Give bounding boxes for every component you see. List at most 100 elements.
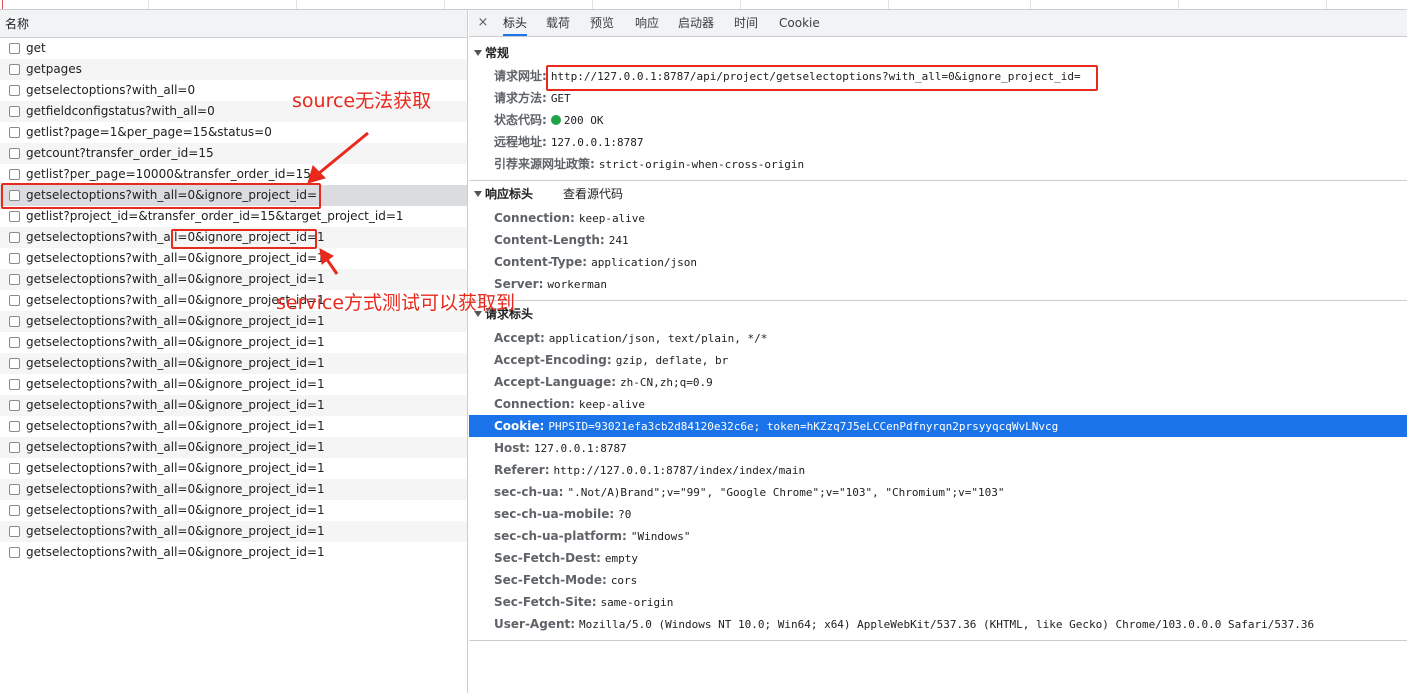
request-name: get (26, 41, 46, 55)
request-row[interactable]: getselectoptions?with_all=0&ignore_proje… (0, 332, 467, 353)
request-method-row[interactable]: 请求方法: GET (469, 87, 1407, 109)
header-row[interactable]: Host: 127.0.0.1:8787 (469, 437, 1407, 459)
header-row[interactable]: Referer: http://127.0.0.1:8787/index/inde… (469, 459, 1407, 481)
request-row[interactable]: getselectoptions?with_all=0&ignore_proje… (0, 269, 467, 290)
row-checkbox-icon (9, 169, 20, 180)
header-name: Accept-Encoding: (494, 353, 612, 367)
request-name: getselectoptions?with_all=0&ignore_proje… (26, 440, 325, 454)
header-row[interactable]: Sec-Fetch-Mode: cors (469, 569, 1407, 591)
header-row[interactable]: Sec-Fetch-Dest: empty (469, 547, 1407, 569)
request-row[interactable]: getpages (0, 59, 467, 80)
request-row[interactable]: getlist?per_page=10000&transfer_order_id… (0, 164, 467, 185)
tab-cookies[interactable]: Cookie (779, 10, 820, 36)
timeline-tick (1326, 0, 1327, 9)
request-url-row[interactable]: 请求网址: http://127.0.0.1:8787/api/project/g… (469, 65, 1407, 87)
view-source-link[interactable]: 查看源代码 (563, 183, 623, 205)
row-checkbox-icon (9, 421, 20, 432)
header-name: sec-ch-ua: (494, 485, 564, 499)
header-row[interactable]: Accept: application/json, text/plain, */* (469, 327, 1407, 349)
request-row[interactable]: getselectoptions?with_all=0&ignore_proje… (0, 479, 467, 500)
header-row[interactable]: Server: workerman (469, 273, 1407, 295)
header-value: PHPSID=93021efa3cb2d84120e32c6e; token=h… (548, 420, 1059, 433)
header-value: "Windows" (630, 530, 691, 543)
row-checkbox-icon (9, 43, 20, 54)
general-section-header[interactable]: 常规 (469, 42, 1407, 64)
header-name: User-Agent: (494, 617, 576, 631)
tab-preview[interactable]: 预览 (590, 10, 614, 36)
header-row[interactable]: Sec-Fetch-Site: same-origin (469, 591, 1407, 613)
header-row[interactable]: Connection: keep-alive (469, 393, 1407, 415)
header-row[interactable]: Accept-Language: zh-CN,zh;q=0.9 (469, 371, 1407, 393)
header-row[interactable]: Content-Length: 241 (469, 229, 1407, 251)
request-row[interactable]: getselectoptions?with_all=0&ignore_proje… (0, 500, 467, 521)
timeline-tick (592, 0, 593, 9)
request-row[interactable]: getselectoptions?with_all=0&ignore_proje… (0, 185, 467, 206)
tab-headers[interactable]: 标头 (503, 10, 528, 36)
status-code-label: 状态代码: (494, 113, 547, 127)
header-name: Sec-Fetch-Site: (494, 595, 597, 609)
header-row[interactable]: sec-ch-ua-platform: "Windows" (469, 525, 1407, 547)
request-row[interactable]: get (0, 38, 467, 59)
tab-initiator[interactable]: 启动器 (678, 10, 714, 36)
request-name: getcount?transfer_order_id=15 (26, 146, 214, 160)
request-method-label: 请求方法: (494, 91, 547, 105)
tab-timing[interactable]: 时间 (734, 10, 758, 36)
header-value: 127.0.0.1:8787 (533, 442, 627, 455)
request-name: getselectoptions?with_all=0&ignore_proje… (26, 377, 325, 391)
timeline-strip[interactable] (0, 0, 1407, 10)
close-icon[interactable]: × (475, 10, 491, 36)
request-row[interactable]: getselectoptions?with_all=0&ignore_proje… (0, 458, 467, 479)
request-url-label: 请求网址: (494, 69, 547, 83)
response-headers-section-header[interactable]: 响应标头 查看源代码 (469, 183, 1407, 205)
request-name: getfieldconfigstatus?with_all=0 (26, 104, 215, 118)
request-row[interactable]: getselectoptions?with_all=0&ignore_proje… (0, 374, 467, 395)
request-method-value: GET (550, 92, 571, 105)
request-name: getselectoptions?with_all=0&ignore_proje… (26, 398, 325, 412)
request-row[interactable]: getselectoptions?with_all=0&ignore_proje… (0, 248, 467, 269)
header-value: empty (604, 552, 638, 565)
header-row[interactable]: sec-ch-ua: ".Not/A)Brand";v="99", "Google… (469, 481, 1407, 503)
header-value: ?0 (618, 508, 632, 521)
header-value: zh-CN,zh;q=0.9 (620, 376, 713, 389)
header-name: Content-Type: (494, 255, 588, 269)
name-column-header[interactable]: 名称 (0, 10, 467, 38)
header-value: ".Not/A)Brand";v="99", "Google Chrome";v… (567, 486, 1005, 499)
request-row[interactable]: getselectoptions?with_all=0&ignore_proje… (0, 521, 467, 542)
section-divider (469, 640, 1407, 641)
tab-payload[interactable]: 载荷 (546, 10, 570, 36)
request-url-value: http://127.0.0.1:8787/api/project/getsel… (550, 70, 1081, 83)
row-checkbox-icon (9, 400, 20, 411)
header-row[interactable]: sec-ch-ua-mobile: ?0 (469, 503, 1407, 525)
timeline-tick (740, 0, 741, 9)
request-name: getselectoptions?with_all=0&ignore_proje… (26, 503, 325, 517)
request-row[interactable]: getselectoptions?with_all=0&ignore_proje… (0, 395, 467, 416)
request-row[interactable]: getselectoptions?with_all=0&ignore_proje… (0, 353, 467, 374)
annotation-bottom: service方式测试可以获取到 (276, 292, 516, 314)
tab-response[interactable]: 响应 (635, 10, 659, 36)
request-row[interactable]: getlist?project_id=&transfer_order_id=15… (0, 206, 467, 227)
request-detail-panel: × 标头 载荷 预览 响应 启动器 时间 Cookie 常规 请求网址: http… (469, 10, 1407, 693)
request-headers-section-header[interactable]: 请求标头 (469, 303, 1407, 325)
request-name: getselectoptions?with_all=0&ignore_proje… (26, 230, 325, 244)
header-row[interactable]: Accept-Encoding: gzip, deflate, br (469, 349, 1407, 371)
remote-address-row[interactable]: 远程地址: 127.0.0.1:8787 (469, 131, 1407, 153)
header-name: Connection: (494, 211, 575, 225)
request-row[interactable]: getselectoptions?with_all=0&ignore_proje… (0, 542, 467, 563)
referrer-policy-row[interactable]: 引荐来源网址政策: strict-origin-when-cross-origin (469, 153, 1407, 175)
request-row[interactable]: getselectoptions?with_all=0&ignore_proje… (0, 437, 467, 458)
request-row[interactable]: getlist?page=1&per_page=15&status=0 (0, 122, 467, 143)
header-row[interactable]: Cookie: PHPSID=93021efa3cb2d84120e32c6e; … (469, 415, 1407, 437)
expand-triangle-icon (474, 191, 482, 197)
row-checkbox-icon (9, 358, 20, 369)
request-row[interactable]: getcount?transfer_order_id=15 (0, 143, 467, 164)
request-row[interactable]: getselectoptions?with_all=0&ignore_proje… (0, 416, 467, 437)
request-name: getselectoptions?with_all=0&ignore_proje… (26, 356, 325, 370)
general-section-title: 常规 (485, 46, 510, 60)
request-row[interactable]: getselectoptions?with_all=0&ignore_proje… (0, 227, 467, 248)
header-row[interactable]: User-Agent: Mozilla/5.0 (Windows NT 10.0;… (469, 613, 1407, 635)
header-row[interactable]: Connection: keep-alive (469, 207, 1407, 229)
header-row[interactable]: Content-Type: application/json (469, 251, 1407, 273)
status-code-value: 200 OK (563, 114, 604, 127)
status-code-row[interactable]: 状态代码: 200 OK (469, 109, 1407, 131)
header-name: sec-ch-ua-mobile: (494, 507, 615, 521)
